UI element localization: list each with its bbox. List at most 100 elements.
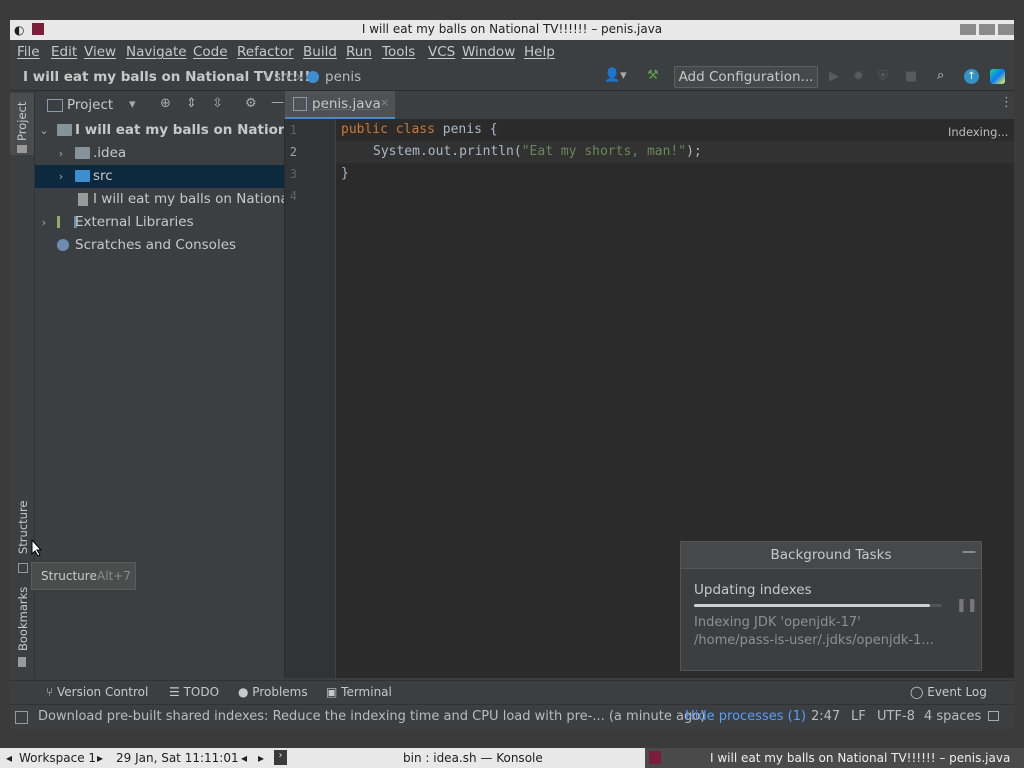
clock[interactable]: 29 Jan, Sat 11:11:01	[116, 751, 239, 765]
tree-item-src[interactable]: › src	[35, 165, 284, 188]
tool-windows-toggle-icon[interactable]	[15, 711, 28, 724]
update-icon[interactable]: ↑	[964, 69, 979, 84]
debug-icon[interactable]: ✹	[853, 69, 864, 84]
project-view-icon	[47, 99, 63, 112]
chevron-down-icon[interactable]: ▾	[129, 97, 136, 112]
prev-window-icon[interactable]: ◂	[241, 751, 247, 765]
chevron-right-icon[interactable]: ›	[55, 142, 67, 165]
folder-icon	[75, 147, 90, 159]
file-encoding[interactable]: UTF-8	[877, 709, 915, 724]
breadcrumb-file[interactable]: penis	[325, 69, 361, 85]
toolbox-icon[interactable]	[990, 69, 1005, 84]
line-number-gutter: 1 2 3 4	[285, 119, 336, 678]
tree-item-label: Scratches and Consoles	[75, 237, 237, 253]
line-number: 2	[289, 145, 297, 159]
chevron-right-icon[interactable]: ›	[55, 165, 67, 188]
indent-setting[interactable]: 4 spaces	[924, 709, 981, 724]
menu-vcs[interactable]: VCS	[428, 44, 455, 60]
folder-icon	[17, 145, 27, 153]
next-window-icon[interactable]: ▸	[258, 751, 264, 765]
pause-icon[interactable]: ❚❚	[956, 598, 978, 613]
menu-navigate[interactable]: Navigate	[126, 44, 187, 60]
string-literal: "Eat my shorts, man!"	[521, 144, 687, 159]
breadcrumb-folder[interactable]: src	[274, 69, 294, 85]
stop-icon[interactable]: ■	[905, 69, 917, 84]
terminal-button[interactable]: ▣ Terminal	[326, 685, 392, 699]
workspace-label[interactable]: Workspace 1	[19, 751, 96, 765]
search-icon[interactable]: ⌕	[937, 68, 944, 83]
line-number: 4	[289, 189, 297, 203]
menu-help[interactable]: Help	[524, 44, 555, 60]
chevron-down-icon[interactable]: ⌄	[38, 119, 50, 142]
expand-all-icon[interactable]: ⇕	[186, 96, 197, 111]
library-icon	[57, 216, 77, 228]
coverage-icon[interactable]: ⛨	[878, 69, 888, 84]
tool-label: Event Log	[927, 685, 987, 699]
minimize-button[interactable]	[960, 24, 976, 35]
tree-item-scratches[interactable]: Scratches and Consoles	[35, 234, 284, 257]
editor-tab-bar: penis.java × ⋮	[285, 91, 1014, 120]
bookmarks-tool-label: Bookmarks	[16, 586, 30, 651]
terminal-app-icon[interactable]: ›	[274, 750, 287, 765]
collapse-all-icon[interactable]: ⇳	[212, 96, 223, 111]
tree-item-external-libraries[interactable]: › External Libraries	[35, 211, 284, 234]
project-tree: ⌄ I will eat my balls on National TV!!!!…	[35, 119, 285, 713]
menu-view[interactable]: View	[84, 44, 116, 60]
version-control-button[interactable]: ⑂ Version Control	[46, 685, 148, 699]
bookmarks-tool-button[interactable]: Bookmarks	[10, 586, 34, 671]
minimize-popup-icon[interactable]: —	[962, 544, 976, 560]
prev-workspace-icon[interactable]: ◂	[6, 751, 12, 765]
event-log-button[interactable]: ◯ Event Log	[910, 685, 987, 699]
tree-item-label: I will eat my balls on National TV!!!!!!…	[93, 191, 284, 207]
background-tasks-title: Background Tasks	[681, 542, 981, 569]
code-line-1: public class penis {	[341, 122, 498, 137]
module-folder-icon	[57, 124, 72, 136]
run-icon[interactable]: ▶	[829, 69, 839, 84]
close-icon[interactable]: ×	[380, 96, 389, 109]
lock-icon[interactable]	[988, 711, 999, 721]
locate-icon[interactable]: ⊕	[160, 96, 171, 111]
indexing-progress-bar	[694, 604, 942, 607]
hide-processes-link[interactable]: Hide processes (1)	[685, 709, 806, 724]
close-button[interactable]	[998, 24, 1014, 35]
menu-window[interactable]: Window	[462, 44, 515, 60]
breadcrumb-separator-icon: ›	[296, 69, 302, 85]
next-workspace-icon[interactable]: ▸	[97, 751, 103, 765]
tree-item-label: I will eat my balls on National TV!!!!!!	[75, 122, 284, 138]
user-account-icon[interactable]: 👤▾	[604, 68, 627, 83]
maximize-button[interactable]	[979, 24, 995, 35]
more-options-icon[interactable]: ⋮	[1000, 95, 1013, 110]
tree-item-idea[interactable]: › .idea	[35, 142, 284, 165]
todo-button[interactable]: ☰ TODO	[169, 685, 219, 699]
chevron-right-icon[interactable]: ›	[38, 211, 50, 234]
menu-run[interactable]: Run	[346, 44, 372, 60]
konsole-task[interactable]: bin : idea.sh — Konsole	[403, 751, 543, 765]
menu-build[interactable]: Build	[303, 44, 337, 60]
caret-position[interactable]: 2:47	[811, 709, 840, 724]
problems-button[interactable]: ● Problems	[238, 685, 308, 699]
tree-item-project-root[interactable]: ⌄ I will eat my balls on National TV!!!!…	[35, 119, 284, 142]
menu-code[interactable]: Code	[193, 44, 228, 60]
tree-item-iml[interactable]: I will eat my balls on National TV!!!!!!…	[35, 188, 284, 211]
scratches-icon	[57, 239, 69, 251]
menu-file[interactable]: File	[17, 44, 40, 60]
intellij-icon	[649, 751, 661, 764]
project-view-selector[interactable]: Project	[67, 97, 113, 113]
status-message[interactable]: Download pre-built shared indexes: Reduc…	[38, 709, 705, 724]
gear-icon[interactable]: ⚙	[245, 96, 257, 111]
line-ending[interactable]: LF	[851, 709, 866, 724]
code-editor[interactable]: public class penis { System.out.println(…	[336, 119, 1014, 678]
add-configuration-button[interactable]: Add Configuration...	[674, 66, 818, 88]
structure-tooltip: Structure Alt+7	[31, 562, 136, 590]
menu-refactor[interactable]: Refactor	[237, 44, 294, 60]
menu-edit[interactable]: Edit	[51, 44, 77, 60]
menu-tools[interactable]: Tools	[382, 44, 415, 60]
project-tool-button[interactable]: Project	[10, 93, 34, 155]
tab-penis-java[interactable]: penis.java ×	[285, 91, 395, 120]
build-hammer-icon[interactable]: ⚒	[647, 68, 659, 83]
active-window-task[interactable]: I will eat my balls on National TV!!!!!!…	[645, 748, 1024, 768]
tab-label: penis.java	[312, 96, 381, 112]
tool-label: Problems	[252, 685, 308, 699]
window-title-bar[interactable]: ◐ I will eat my balls on National TV!!!!…	[10, 20, 1014, 40]
hide-panel-icon[interactable]: —	[271, 95, 284, 110]
